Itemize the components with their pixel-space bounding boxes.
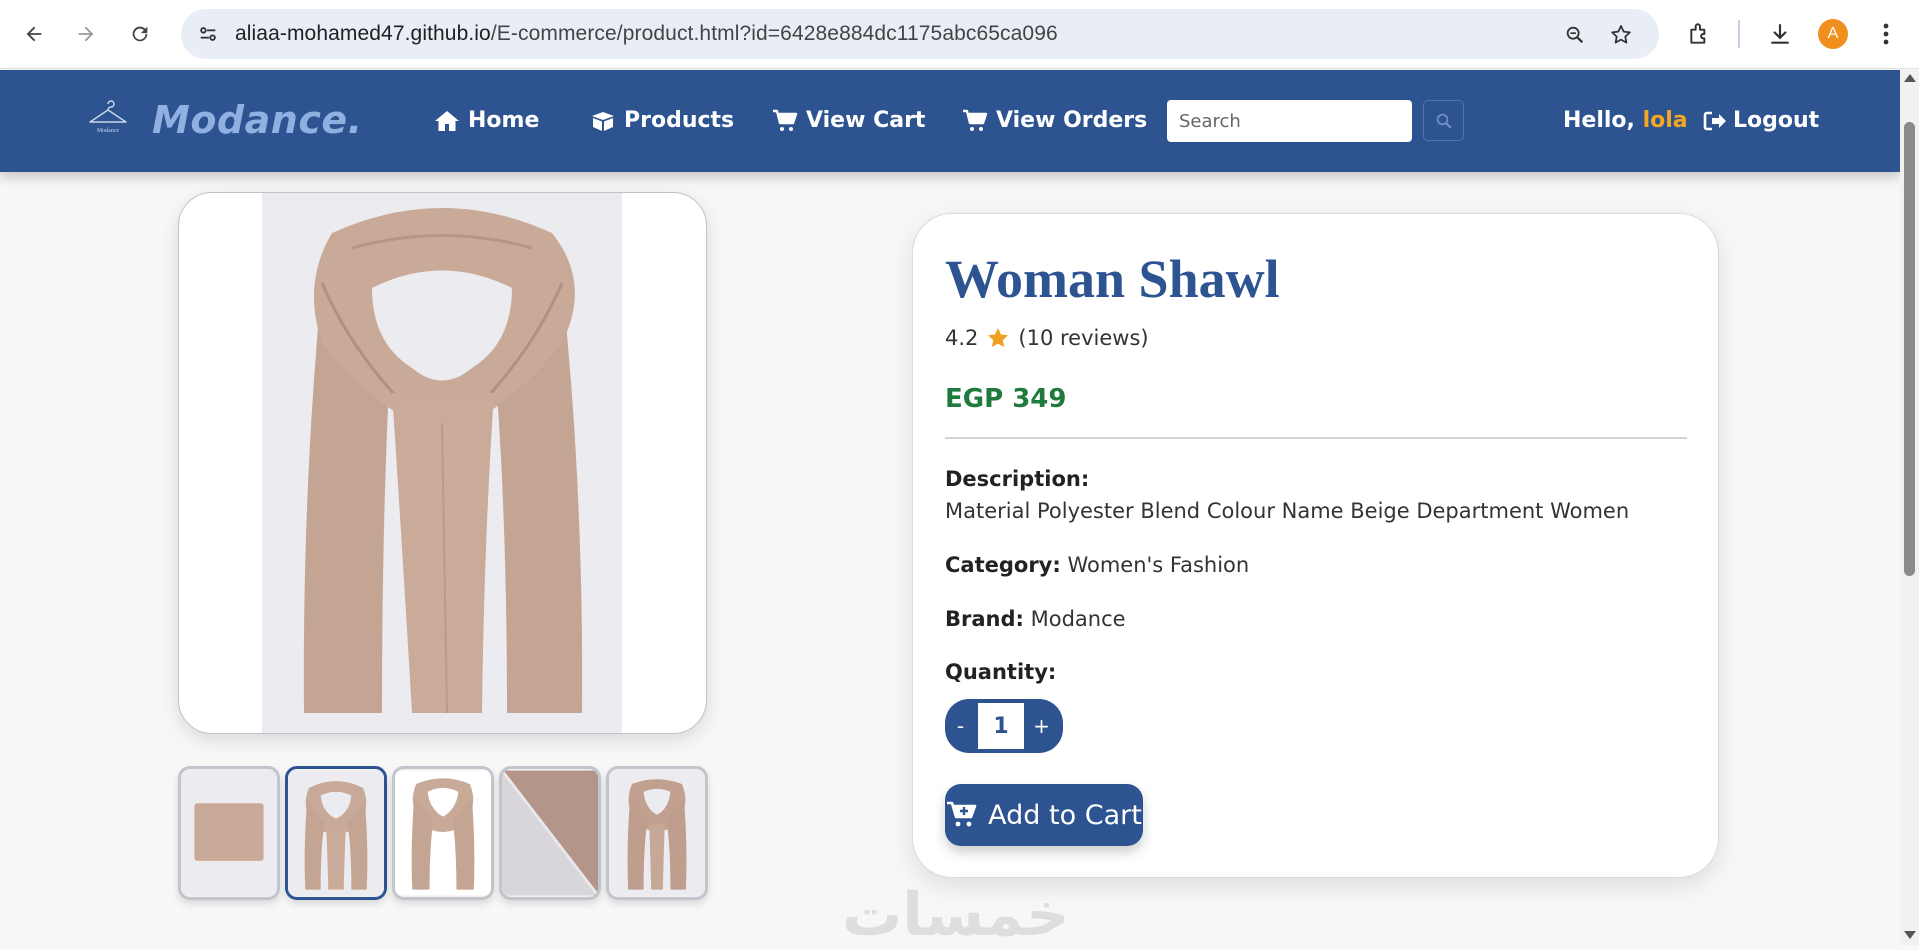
cart-icon	[963, 109, 988, 131]
search-icon	[1436, 113, 1451, 128]
box-open-icon	[592, 111, 614, 131]
brand-row: Brand: Modance	[945, 607, 1126, 631]
sign-out-icon	[1703, 111, 1726, 130]
thumbnail-fabric-detail[interactable]	[499, 766, 601, 900]
toolbar-separator	[1738, 20, 1740, 48]
username: lola	[1642, 108, 1688, 133]
url-text: aliaa-mohamed47.github.io/E-commerce/pro…	[235, 22, 1058, 46]
profile-avatar[interactable]: A	[1818, 19, 1848, 49]
brand-name[interactable]: Modance.	[152, 98, 363, 142]
add-to-cart-label: Add to Cart	[988, 799, 1142, 831]
scroll-down-arrow-icon[interactable]	[1904, 931, 1916, 939]
nav-cart-label: View Cart	[806, 108, 926, 133]
logout-label: Logout	[1733, 108, 1820, 133]
thumbnail-strip	[178, 766, 708, 900]
reload-button[interactable]	[120, 14, 160, 54]
thumbnail-draped-front[interactable]	[392, 766, 494, 900]
divider	[945, 437, 1687, 439]
product-info-card: Woman Shawl 4.2 (10 reviews) EGP 349 Des…	[912, 213, 1719, 878]
quantity-stepper: - 1 +	[945, 699, 1063, 753]
greeting-prefix: Hello,	[1563, 108, 1635, 133]
search-input[interactable]	[1167, 100, 1412, 142]
page-scrollbar[interactable]	[1900, 70, 1919, 945]
description-text: Material Polyester Blend Colour Name Bei…	[945, 499, 1630, 523]
nav-products-label: Products	[624, 108, 735, 133]
product-title: Woman Shawl	[945, 249, 1280, 309]
search-button[interactable]	[1423, 100, 1464, 141]
rating-value: 4.2	[945, 326, 979, 350]
url-path: /E-commerce/product.html?id=6428e884dc11…	[490, 22, 1058, 45]
category-label: Category:	[945, 553, 1061, 577]
arrow-right-icon	[78, 26, 94, 42]
nav-orders[interactable]: View Orders	[962, 108, 1147, 133]
thumbnail-draped-alt[interactable]	[606, 766, 708, 900]
quantity-value[interactable]: 1	[976, 701, 1026, 751]
reload-icon	[132, 26, 148, 42]
product-rating: 4.2 (10 reviews)	[945, 326, 1149, 350]
user-greeting: Hello, lola	[1563, 108, 1688, 133]
site-info-icon[interactable]	[193, 19, 223, 49]
nav-products[interactable]: Products	[590, 108, 734, 133]
logo-text: Modance	[97, 128, 120, 134]
main-product-image-frame	[178, 192, 707, 734]
menu-kebab-icon[interactable]	[1868, 16, 1904, 52]
star-icon	[988, 328, 1009, 348]
downloads-icon[interactable]	[1762, 16, 1798, 52]
browser-toolbar: aliaa-mohamed47.github.io/E-commerce/pro…	[0, 0, 1919, 69]
url-host: aliaa-mohamed47.github.io	[235, 22, 491, 45]
cart-icon	[773, 109, 798, 131]
address-bar[interactable]: aliaa-mohamed47.github.io/E-commerce/pro…	[181, 9, 1659, 59]
scroll-thumb[interactable]	[1904, 122, 1915, 576]
thumbnail-folded[interactable]	[178, 766, 280, 900]
cart-plus-icon	[947, 801, 977, 827]
arrow-left-icon	[26, 26, 42, 42]
back-button[interactable]	[14, 14, 54, 54]
nav-cart[interactable]: View Cart	[772, 108, 925, 133]
main-product-image	[262, 193, 622, 733]
category-row: Category: Women's Fashion	[945, 553, 1249, 577]
scroll-up-arrow-icon[interactable]	[1904, 74, 1916, 82]
brand-label: Brand:	[945, 607, 1024, 631]
nav-orders-label: View Orders	[996, 108, 1148, 133]
bookmark-star-icon[interactable]	[1607, 21, 1635, 49]
brand-value: Modance	[1030, 607, 1126, 631]
description-label: Description:	[945, 467, 1090, 491]
category-value: Women's Fashion	[1067, 553, 1250, 577]
decrease-quantity-button[interactable]: -	[945, 699, 976, 753]
watermark: خمسات	[842, 880, 1070, 950]
thumbnail-draped-selected[interactable]	[285, 766, 387, 900]
nav-home[interactable]: Home	[434, 108, 539, 133]
home-icon	[435, 110, 459, 131]
logout-link[interactable]: Logout	[1703, 108, 1819, 133]
site-header: Modance Modance. Home Products View Cart…	[0, 70, 1900, 172]
zoom-icon[interactable]	[1561, 21, 1589, 49]
product-price: EGP 349	[945, 384, 1067, 414]
forward-button[interactable]	[66, 14, 106, 54]
quantity-label: Quantity:	[945, 660, 1057, 684]
nav-home-label: Home	[468, 108, 540, 133]
extensions-icon[interactable]	[1682, 16, 1718, 52]
logo-hanger-icon[interactable]: Modance	[86, 100, 130, 140]
increase-quantity-button[interactable]: +	[1026, 699, 1057, 753]
add-to-cart-button[interactable]: Add to Cart	[945, 784, 1143, 846]
review-count[interactable]: (10 reviews)	[1018, 326, 1148, 350]
